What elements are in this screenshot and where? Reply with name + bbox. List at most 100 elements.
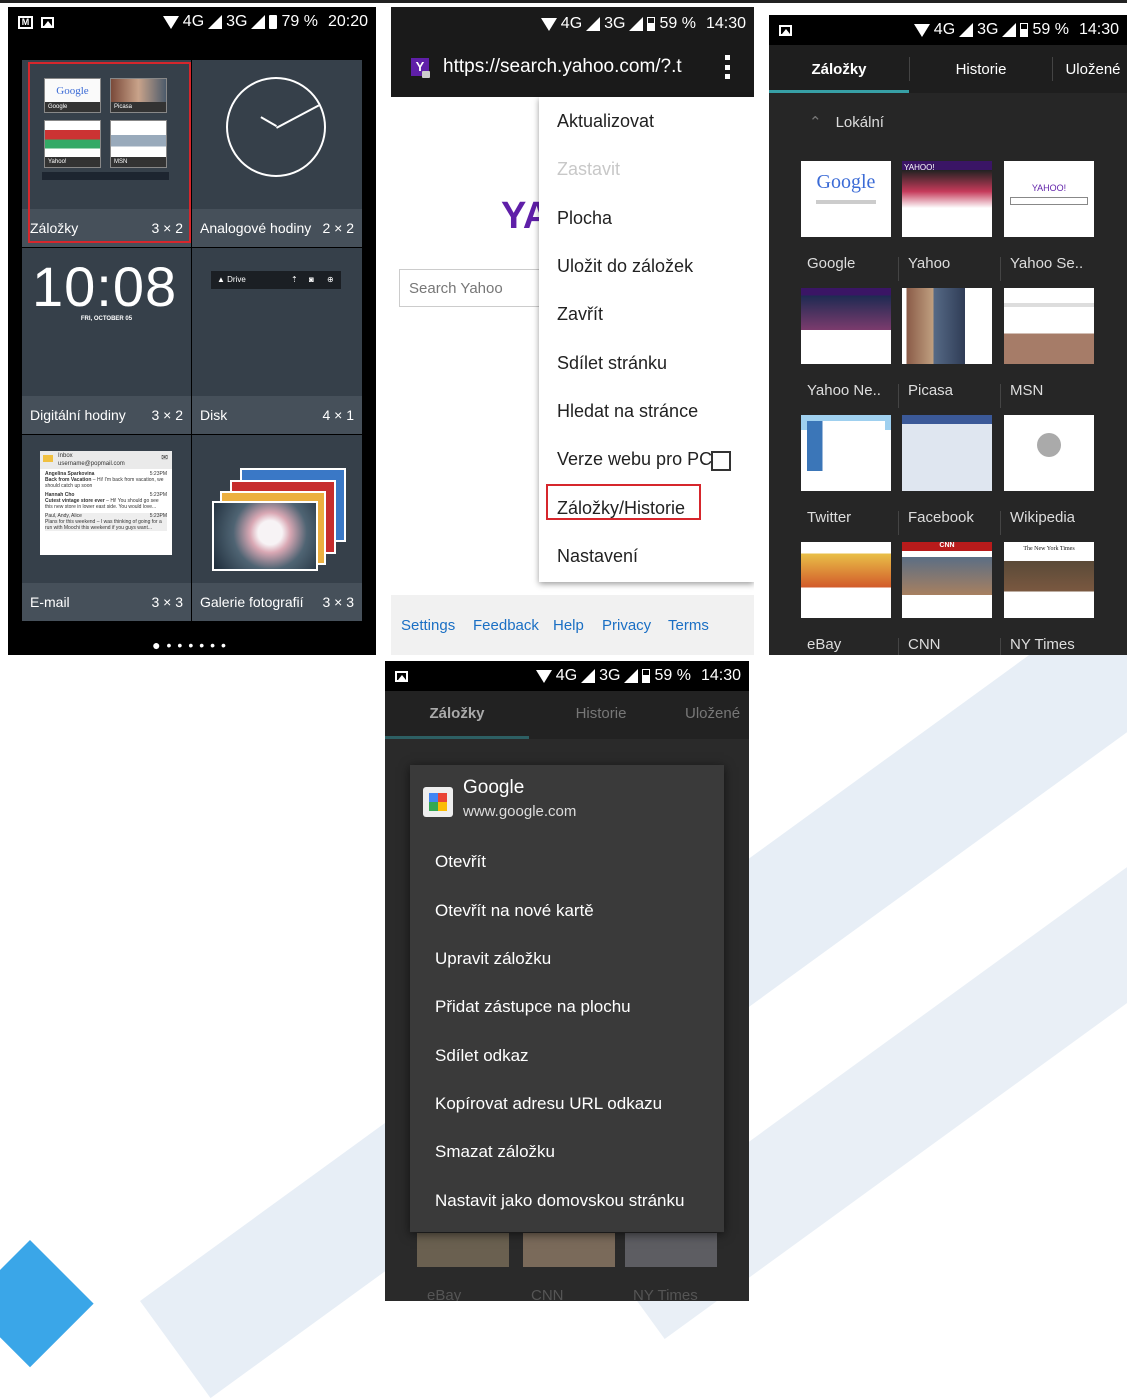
upload-icon: ⇡ [291,275,298,284]
desktop-site-checkbox[interactable] [711,451,731,471]
background-thumbs [417,1233,509,1267]
gmail-notification-icon: M [18,15,33,29]
menu-item-copy-url[interactable]: Kopírovat adresu URL odkazu [435,1094,662,1114]
widget-photo-gallery[interactable]: Galerie fotografií 3 × 3 [192,435,362,621]
menu-item-settings[interactable]: Nastavení [557,546,638,567]
bookmark-yahoo[interactable]: YAHOO! Yahoo [898,161,992,281]
menu-item-share-link[interactable]: Sdílet odkaz [435,1046,529,1066]
tab-history[interactable]: Historie [910,45,1052,93]
menu-item-home[interactable]: Plocha [557,208,612,229]
widget-label: Galerie fotografií 3 × 3 [192,583,362,621]
battery-icon [642,669,651,683]
image-notification-icon [779,24,792,36]
menu-item-open[interactable]: Otevřít [435,852,486,872]
background-label: eBay [427,1287,462,1301]
menu-item-delete-bookmark[interactable]: Smazat záložku [435,1142,555,1162]
widget-label: Digitální hodiny 3 × 2 [22,396,191,434]
bookmark-wikipedia[interactable]: Wikipedia [1000,415,1094,535]
add-icon: ⊕ [327,275,334,284]
network-label: 3G [226,13,248,30]
bookmark-context-screen: 4G 3G 59 % 14:30 Záložky Historie Uložen… [385,661,749,1301]
bookmark-cnn[interactable]: CNN CNN [898,542,992,655]
context-menu-dialog: Google www.google.com Otevřít Otevřít na… [410,765,724,1232]
image-notification-icon [41,16,54,28]
widget-digital-clock[interactable]: 10:08 FRI, OCTOBER 05 Digitální hodiny 3 … [22,248,191,434]
selection-highlight [28,62,191,243]
footer-link-terms[interactable]: Terms [668,617,709,634]
footer-link-help[interactable]: Help [553,617,584,634]
compose-icon: ✉ [161,453,168,462]
menu-item-stop: Zastavit [557,159,621,179]
menu-item-close[interactable]: Zavřít [557,304,603,325]
menu-item-share-page[interactable]: Sdílet stránku [557,353,667,374]
widget-email[interactable]: Inbox username@popmail.com ✉ Angelina Sp… [22,435,191,621]
overflow-menu-icon[interactable] [725,55,731,79]
clock-time: 20:20 [327,13,368,30]
page-indicator: ●•••••• [152,637,232,653]
tab-saved[interactable]: Uložené [685,705,740,722]
signal-icon [251,15,266,29]
signal-icon [624,669,639,683]
menu-item-find-on-page[interactable]: Hledat na stránce [557,401,698,422]
footer-link-feedback[interactable]: Feedback [473,617,539,634]
menu-item-edit-bookmark[interactable]: Upravit záložku [435,949,551,969]
menu-item-refresh[interactable]: Aktualizovat [557,111,654,132]
bookmark-twitter[interactable]: Twitter [801,415,891,526]
page-footer: Settings Feedback Help Privacy Terms [391,595,754,655]
dialog-url: www.google.com [463,803,577,820]
digital-clock-time: 10:08 [32,255,178,318]
search-input[interactable]: Search Yahoo [399,269,549,307]
menu-item-open-new-tab[interactable]: Otevřít na nové kartě [435,901,594,921]
status-bar: M 4G 3G 79 % 20:20 [8,7,376,37]
bookmark-facebook[interactable]: Facebook [898,415,992,535]
signal-icon [629,17,644,31]
bookmark-yahoo-news[interactable]: Yahoo Ne.. [801,288,891,399]
bookmark-google[interactable]: Google Google [801,161,891,272]
background-label: CNN [531,1287,564,1301]
tab-history[interactable]: Historie [531,705,671,722]
wifi-icon [913,23,930,37]
tab-bookmarks[interactable]: Záložky [385,705,529,722]
folder-header[interactable]: ⌃ Lokální [809,113,884,131]
watermark-wedge [0,1240,94,1368]
widget-analog-clock[interactable]: Analogové hodiny 2 × 2 [192,60,362,247]
wifi-icon [540,17,557,31]
bookmark-ebay[interactable]: eBay [801,542,891,653]
top-rule [0,0,1127,3]
battery-icon [1020,23,1029,37]
signal-icon [1002,23,1017,37]
google-favicon-icon [423,787,453,817]
menu-item-desktop-site[interactable]: Verze webu pro PC [557,449,712,470]
footer-link-settings[interactable]: Settings [401,617,455,634]
signal-icon [208,15,223,29]
tab-saved[interactable]: Uložené [1053,45,1127,93]
selection-highlight [546,484,701,520]
network-label: 4G [182,13,205,30]
drive-bar: ▲ Drive ⇡ ◙ ⊕ [211,271,341,289]
signal-icon [581,669,596,683]
drive-icon: ▲ [217,275,225,284]
widget-label: E-mail 3 × 3 [22,583,191,621]
signal-icon [586,17,601,31]
bookmark-picasa[interactable]: Picasa [898,288,992,408]
status-bar: 4G 3G 59 % 14:30 [769,15,1127,45]
menu-item-save-bookmark[interactable]: Uložit do záložek [557,256,693,277]
email-preview: Inbox username@popmail.com ✉ Angelina Sp… [40,451,172,555]
bookmark-msn[interactable]: MSN [1000,288,1094,408]
image-notification-icon [395,670,408,682]
overflow-menu: Aktualizovat Zastavit Plocha Uložit do z… [539,97,754,582]
tab-bookmarks[interactable]: Záložky [769,45,909,93]
footer-link-privacy[interactable]: Privacy [602,617,651,634]
battery-icon [269,15,278,29]
bookmark-nytimes[interactable]: The New York Times NY Times [1000,542,1094,655]
lock-icon [422,71,430,78]
widget-drive[interactable]: ▲ Drive ⇡ ◙ ⊕ Disk 4 × 1 [192,248,362,434]
bookmark-yahoo-search[interactable]: YAHOO! Yahoo Se.. [1000,161,1094,281]
status-bar: 4G 3G 59 % 14:30 [385,661,749,691]
widget-picker-screen: M 4G 3G 79 % 20:20 Google Google Picasa … [8,7,376,655]
browser-screen: 4G 3G 59 % 14:30 Y https://search.yahoo.… [391,7,754,655]
background-label: NY Times [633,1287,698,1301]
menu-item-set-homepage[interactable]: Nastavit jako domovskou stránku [435,1191,684,1211]
url-field[interactable]: https://search.yahoo.com/?.t [443,56,703,78]
menu-item-add-shortcut[interactable]: Přidat zástupce na plochu [435,997,631,1017]
